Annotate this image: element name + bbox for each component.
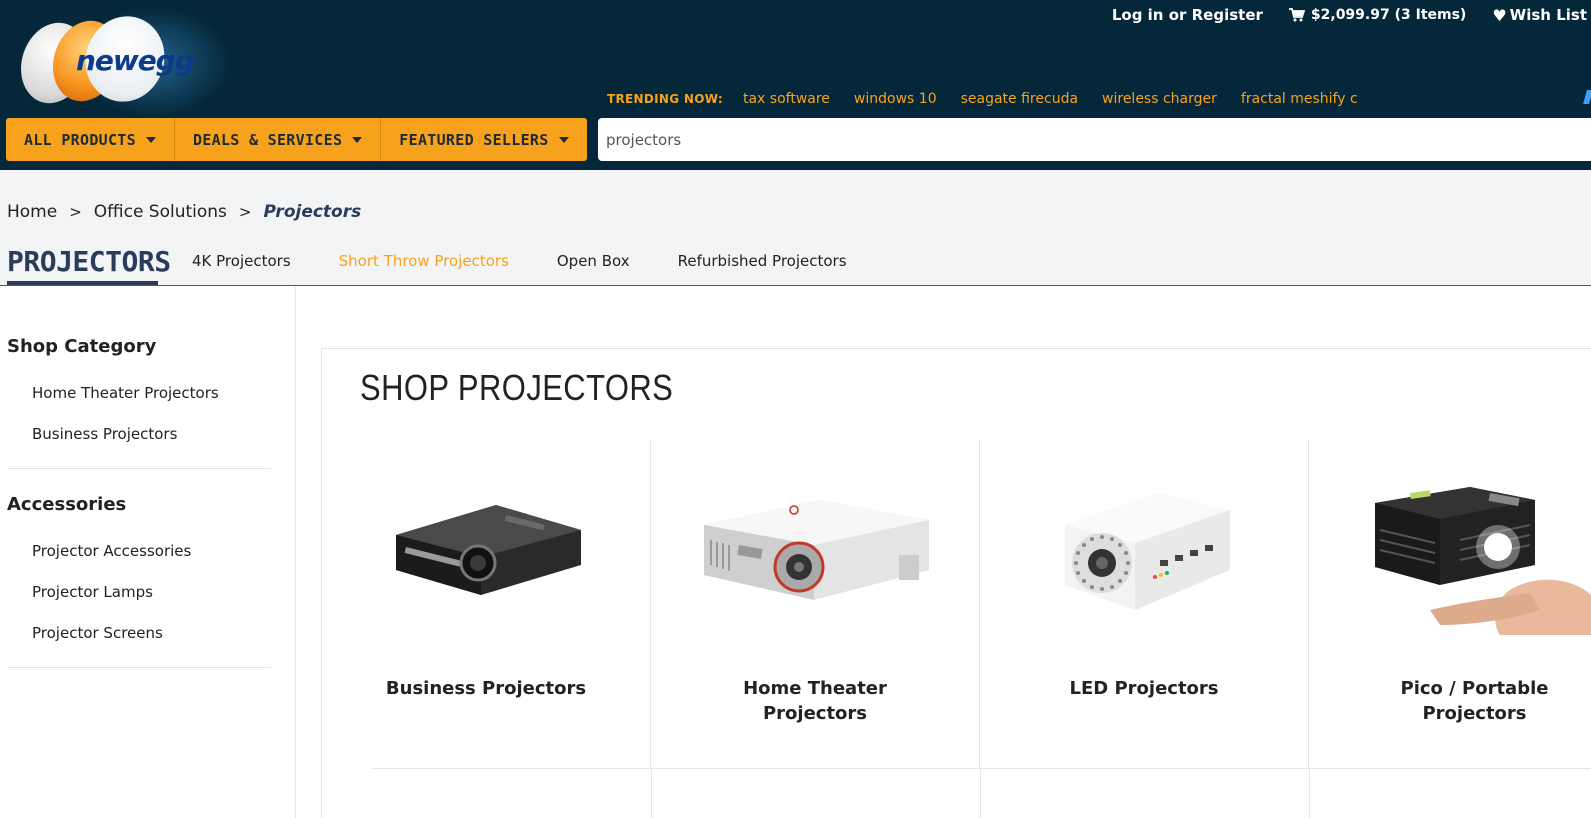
category-card-business-projectors[interactable]: Business Projectors <box>322 440 651 768</box>
trending-item[interactable]: seagate firecuda <box>961 91 1078 107</box>
caret-down-icon <box>145 136 156 143</box>
trending-item[interactable]: windows 10 <box>854 91 937 107</box>
newegg-logo[interactable]: newegg ® <box>10 2 238 122</box>
sidebar-divider <box>7 468 271 469</box>
pico-projector-image <box>1375 487 1591 635</box>
breadcrumb-separator: > <box>238 203 252 221</box>
trending-bar: TRENDING NOW: tax software windows 10 se… <box>607 89 1382 109</box>
main-menu: ALL PRODUCTS DEALS & SERVICES FEATURED S… <box>6 118 587 161</box>
home-theater-projector-image <box>704 500 929 600</box>
cart-icon <box>1288 8 1305 22</box>
account-links: Log in or Register $2,099.97 (3 Items) ♥… <box>1112 4 1591 26</box>
shop-title: SHOP PROJECTORS <box>360 367 674 408</box>
sidebar-group-title: Shop Category <box>7 336 157 357</box>
sidebar-item-projector-accessories[interactable]: Projector Accessories <box>32 542 191 560</box>
breadcrumb-home[interactable]: Home <box>7 202 57 222</box>
subtab-short-throw-projectors[interactable]: Short Throw Projectors <box>339 252 509 270</box>
site-header: newegg ® Log in or Register $2,099.97 (3… <box>0 0 1591 170</box>
menu-label: DEALS & SERVICES <box>192 130 343 149</box>
wishlist-label: Wish List <box>1509 6 1587 24</box>
caret-down-icon <box>352 136 363 143</box>
breadcrumb-separator: > <box>69 203 82 221</box>
category-card-led-projectors[interactable]: LED Projectors <box>980 440 1309 768</box>
led-projector-image <box>1065 493 1230 610</box>
menu-all-products[interactable]: ALL PRODUCTS <box>6 118 175 161</box>
logo-wordmark: newegg <box>76 44 195 77</box>
menu-label: ALL PRODUCTS <box>24 130 136 149</box>
subtab-refurbished-projectors[interactable]: Refurbished Projectors <box>678 252 847 270</box>
logo-trademark: ® <box>196 42 203 50</box>
breadcrumb-office-solutions[interactable]: Office Solutions <box>94 202 227 222</box>
cart-summary: $2,099.97 (3 Items) <box>1310 7 1467 23</box>
cart-link[interactable]: $2,099.97 (3 Items) <box>1288 7 1467 23</box>
login-register-link[interactable]: Log in or Register <box>1112 6 1263 24</box>
card-label: LED Projectors <box>1069 678 1219 699</box>
category-card-home-theater-projectors[interactable]: Home Theater Projectors <box>651 440 980 768</box>
business-projector-image <box>396 505 581 595</box>
card-label: Business Projectors <box>385 678 587 699</box>
card-row-separator <box>1309 769 1310 818</box>
sidebar-item-projector-lamps[interactable]: Projector Lamps <box>32 583 153 601</box>
sidebar-item-home-theater-projectors[interactable]: Home Theater Projectors <box>32 384 219 402</box>
search-input[interactable] <box>598 118 1591 161</box>
sidebar: Shop Category Home Theater Projectors Bu… <box>0 286 296 818</box>
subtab-open-box[interactable]: Open Box <box>557 252 630 270</box>
menu-deals-services[interactable]: DEALS & SERVICES <box>174 118 382 161</box>
card-label: Home Theater Projectors <box>743 678 887 724</box>
trending-item[interactable]: fractal meshify c <box>1241 91 1358 107</box>
category-header: Home > Office Solutions > Projectors PRO… <box>0 170 1591 286</box>
category-subtabs: 4K Projectors Short Throw Projectors Ope… <box>192 252 895 270</box>
heart-icon: ♥ <box>1492 5 1507 25</box>
caret-down-icon <box>558 136 569 143</box>
page-title: PROJECTORS <box>7 245 171 278</box>
sidebar-divider <box>7 667 271 668</box>
breadcrumb-current: Projectors <box>263 202 362 222</box>
trending-item[interactable]: tax software <box>743 91 830 107</box>
subtab-4k-projectors[interactable]: 4K Projectors <box>192 252 291 270</box>
category-card-pico-portable-projectors[interactable]: Pico / Portable Projectors <box>1310 440 1591 768</box>
card-row-separator <box>651 769 652 818</box>
sidebar-item-business-projectors[interactable]: Business Projectors <box>32 425 177 443</box>
page-title-underline <box>7 281 158 285</box>
breadcrumb: Home > Office Solutions > Projectors <box>7 202 361 222</box>
trending-item[interactable]: wireless charger <box>1102 91 1217 107</box>
sidebar-item-projector-screens[interactable]: Projector Screens <box>32 624 163 642</box>
wishlist-link[interactable]: ♥ Wish List <box>1492 6 1587 25</box>
card-row-divider <box>372 768 1591 769</box>
card-label: Pico / Portable Projectors <box>1400 678 1549 724</box>
card-row-separator <box>980 769 981 818</box>
promo-chip[interactable] <box>1583 90 1591 104</box>
menu-label: FEATURED SELLERS <box>399 130 549 149</box>
sidebar-group-title: Accessories <box>7 494 127 515</box>
trending-label: TRENDING NOW: <box>607 92 723 106</box>
menu-featured-sellers[interactable]: FEATURED SELLERS <box>381 118 587 161</box>
